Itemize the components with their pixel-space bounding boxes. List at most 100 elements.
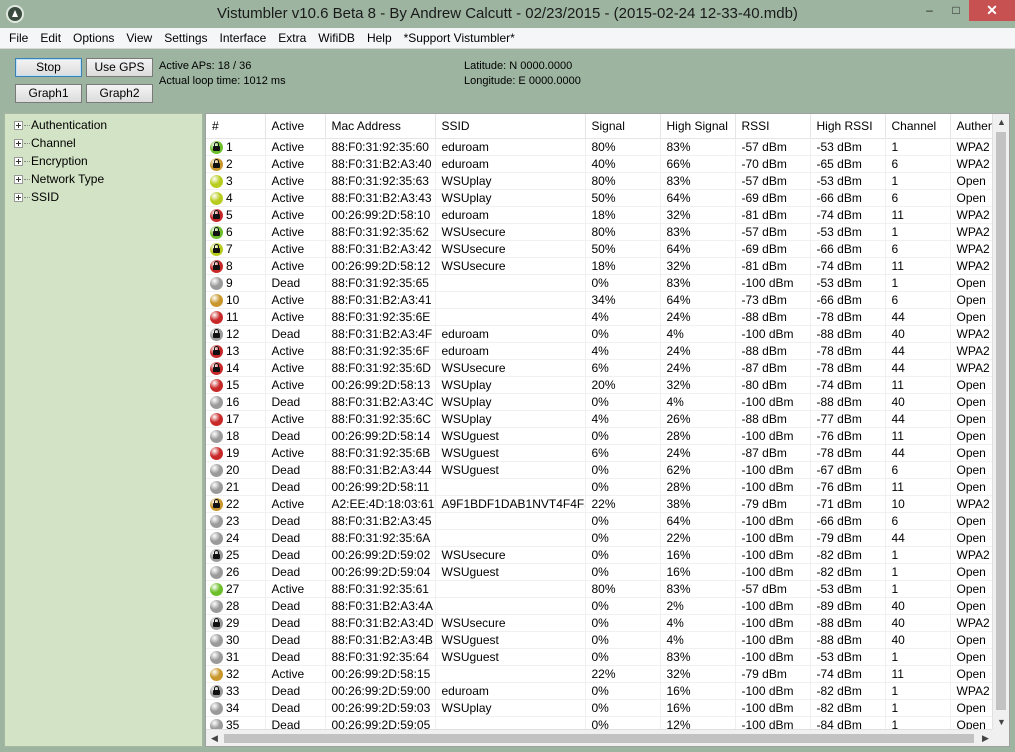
ap-row[interactable]: 4 Active 88:F0:31:B2:A3:43 WSUplay 50% 64% -69…	[206, 189, 994, 207]
scroll-left-arrow-icon[interactable]: ◀	[206, 730, 223, 746]
scroll-up-arrow-icon[interactable]: ▲	[993, 114, 1009, 131]
expand-plus-icon[interactable]	[14, 121, 23, 130]
menu-view[interactable]: View	[120, 28, 158, 48]
tree-node-authentication[interactable]: Authentication	[5, 116, 202, 134]
cell-number: 25	[206, 546, 266, 564]
menu-options[interactable]: Options	[67, 28, 120, 48]
ap-row[interactable]: 29 Dead 88:F0:31:B2:A3:4D WSUsecure 0% 4% -100…	[206, 614, 994, 632]
ap-row[interactable]: 1 Active 88:F0:31:92:35:60 eduroam 80% 83% -57…	[206, 138, 994, 156]
ap-row[interactable]: 17 Active 88:F0:31:92:35:6C WSUplay 4% 26% -88…	[206, 410, 994, 428]
tree-node-ssid[interactable]: SSID	[5, 188, 202, 206]
ap-row[interactable]: 22 Active A2:EE:4D:18:03:61 A9F1BDF1DAB1NVT…	[206, 495, 994, 513]
maximize-button[interactable]: □	[943, 0, 969, 21]
tree-node-network-type[interactable]: Network Type	[5, 170, 202, 188]
cell-signal: 0%	[585, 478, 661, 496]
ap-row[interactable]: 27 Active 88:F0:31:92:35:61 80% 83% -57 dBm -5…	[206, 580, 994, 598]
column-header-high-signal[interactable]: High Signal	[660, 114, 736, 139]
cell-ssid: WSUguest	[435, 563, 586, 581]
graph1-button[interactable]: Graph1	[15, 84, 82, 103]
menu-settings[interactable]: Settings	[158, 28, 213, 48]
column-header-ssid[interactable]: SSID	[435, 114, 586, 139]
ap-row[interactable]: 21 Dead 00:26:99:2D:58:11 0% 28% -100 dBm -76 …	[206, 478, 994, 496]
menu-edit[interactable]: Edit	[34, 28, 67, 48]
ap-row[interactable]: 18 Dead 00:26:99:2D:58:14 WSUguest 0% 28% -100…	[206, 427, 994, 445]
menu-file[interactable]: File	[0, 28, 34, 48]
ap-row[interactable]: 30 Dead 88:F0:31:B2:A3:4B WSUguest 0% 4% -100 …	[206, 631, 994, 649]
close-button[interactable]: ✕	[969, 0, 1015, 21]
column-header-channel[interactable]: Channel	[885, 114, 951, 139]
minimize-button[interactable]: –	[916, 0, 943, 21]
cell-number: 13	[206, 342, 266, 360]
ap-row[interactable]: 28 Dead 88:F0:31:B2:A3:4A 0% 2% -100 dBm -89 d…	[206, 597, 994, 615]
ap-number: 33	[226, 683, 240, 698]
cell-number: 18	[206, 427, 266, 445]
column-header-rssi[interactable]: RSSI	[735, 114, 811, 139]
cell-number: 11	[206, 308, 266, 326]
column-header-mac-address[interactable]: Mac Address	[325, 114, 436, 139]
horizontal-scroll-thumb[interactable]	[224, 734, 974, 743]
ap-row[interactable]: 19 Active 88:F0:31:92:35:6B WSUguest 6% 24% -8…	[206, 444, 994, 462]
ap-row[interactable]: 33 Dead 00:26:99:2D:59:00 eduroam 0% 16% -100 …	[206, 682, 994, 700]
ap-row[interactable]: 14 Active 88:F0:31:92:35:6D WSUsecure 6% 24% -…	[206, 359, 994, 377]
ap-row[interactable]: 25 Dead 00:26:99:2D:59:02 WSUsecure 0% 16% -10…	[206, 546, 994, 564]
ap-row[interactable]: 3 Active 88:F0:31:92:35:63 WSUplay 80% 83% -57…	[206, 172, 994, 190]
ap-row[interactable]: 15 Active 00:26:99:2D:58:13 WSUplay 20% 32% -8…	[206, 376, 994, 394]
menu-interface[interactable]: Interface	[214, 28, 273, 48]
tree-node-channel[interactable]: Channel	[5, 134, 202, 152]
column-header-active[interactable]: Active	[265, 114, 326, 139]
ap-number: 11	[226, 309, 239, 324]
cell-number: 27	[206, 580, 266, 598]
signal-status-icon	[210, 310, 223, 324]
ap-row[interactable]: 16 Dead 88:F0:31:B2:A3:4C WSUplay 0% 4% -100 d…	[206, 393, 994, 411]
column-header-high-rssi[interactable]: High RSSI	[810, 114, 886, 139]
ap-row[interactable]: 12 Dead 88:F0:31:B2:A3:4F eduroam 0% 4% -100 d…	[206, 325, 994, 343]
ap-row[interactable]: 9 Dead 88:F0:31:92:35:65 0% 83% -100 dBm -53 d…	[206, 274, 994, 292]
vertical-scroll-thumb[interactable]	[996, 132, 1006, 710]
cell-signal: 0%	[585, 512, 661, 530]
cell-active: Dead	[265, 461, 326, 479]
stop-button[interactable]: Stop	[15, 58, 82, 77]
expand-plus-icon[interactable]	[14, 157, 23, 166]
ap-row[interactable]: 31 Dead 88:F0:31:92:35:64 WSUguest 0% 83% -100…	[206, 648, 994, 666]
column-header-number[interactable]: #	[206, 114, 266, 139]
ap-row[interactable]: 24 Dead 88:F0:31:92:35:6A 0% 22% -100 dBm -79 …	[206, 529, 994, 547]
ap-row[interactable]: 2 Active 88:F0:31:B2:A3:40 eduroam 40% 66% -70…	[206, 155, 994, 173]
ap-row[interactable]: 6 Active 88:F0:31:92:35:62 WSUsecure 80% 83% -…	[206, 223, 994, 241]
cell-rssi: -87 dBm	[735, 444, 811, 462]
ap-row[interactable]: 23 Dead 88:F0:31:B2:A3:45 0% 64% -100 dBm -66 …	[206, 512, 994, 530]
ap-row[interactable]: 13 Active 88:F0:31:92:35:6F eduroam 4% 24% -88…	[206, 342, 994, 360]
cell-rssi: -100 dBm	[735, 427, 811, 445]
menu-wifidb[interactable]: WifiDB	[312, 28, 361, 48]
menu-extra[interactable]: Extra	[272, 28, 312, 48]
ap-row[interactable]: 32 Active 00:26:99:2D:58:15 22% 32% -79 dBm -7…	[206, 665, 994, 683]
cell-high-signal: 83%	[660, 223, 736, 241]
cell-high-rssi: -88 dBm	[810, 614, 886, 632]
ap-row[interactable]: 7 Active 88:F0:31:B2:A3:42 WSUsecure 50% 64% -…	[206, 240, 994, 258]
ap-row[interactable]: 11 Active 88:F0:31:92:35:6E 4% 24% -88 dBm -78…	[206, 308, 994, 326]
vertical-scrollbar[interactable]: ▲ ▼	[992, 114, 1009, 731]
tree-node-encryption[interactable]: Encryption	[5, 152, 202, 170]
column-header-authen[interactable]: Authen	[950, 114, 994, 139]
ap-number: 4	[226, 190, 233, 205]
ap-number: 9	[226, 275, 233, 290]
ap-row[interactable]: 10 Active 88:F0:31:B2:A3:41 34% 64% -73 dBm -6…	[206, 291, 994, 309]
ap-row[interactable]: 26 Dead 00:26:99:2D:59:04 WSUguest 0% 16% -100…	[206, 563, 994, 581]
cell-number: 20	[206, 461, 266, 479]
expand-plus-icon[interactable]	[14, 193, 23, 202]
ap-number: 30	[226, 632, 240, 647]
graph2-button[interactable]: Graph2	[86, 84, 153, 103]
signal-secured-lock-icon	[210, 225, 223, 239]
ap-row[interactable]: 34 Dead 00:26:99:2D:59:03 WSUplay 0% 16% -100 …	[206, 699, 994, 717]
cell-auth: Open	[950, 478, 994, 496]
expand-plus-icon[interactable]	[14, 139, 23, 148]
menu-support-vistumbler[interactable]: *Support Vistumbler*	[398, 28, 521, 48]
expand-plus-icon[interactable]	[14, 175, 23, 184]
column-header-signal[interactable]: Signal	[585, 114, 661, 139]
use-gps-button[interactable]: Use GPS	[86, 58, 153, 77]
ap-row[interactable]: 5 Active 00:26:99:2D:58:10 eduroam 18% 32% -81…	[206, 206, 994, 224]
ap-row[interactable]: 20 Dead 88:F0:31:B2:A3:44 WSUguest 0% 62% -100…	[206, 461, 994, 479]
horizontal-scrollbar[interactable]: ◀ ▶	[206, 729, 994, 746]
menu-help[interactable]: Help	[361, 28, 398, 48]
cell-rssi: -73 dBm	[735, 291, 811, 309]
ap-row[interactable]: 8 Active 00:26:99:2D:58:12 WSUsecure 18% 32% -…	[206, 257, 994, 275]
